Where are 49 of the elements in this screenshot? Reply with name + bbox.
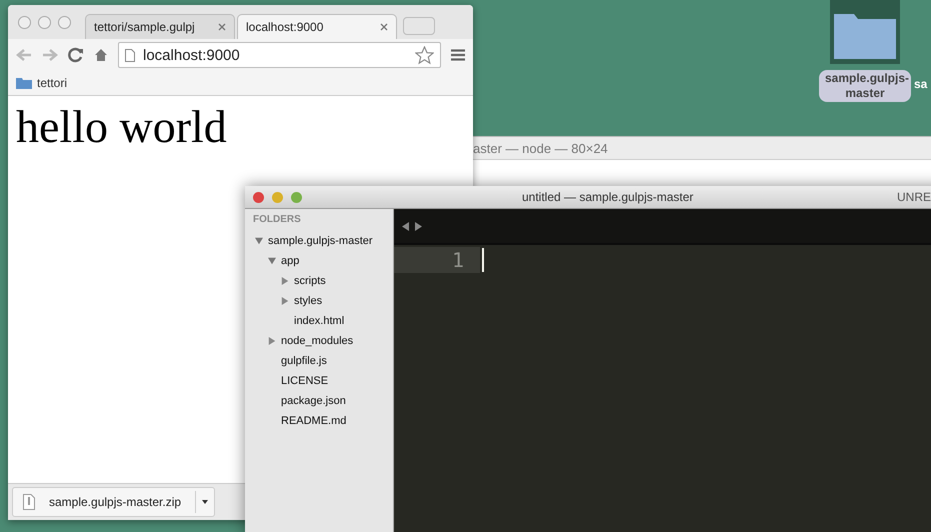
folder-item[interactable]: node_modules bbox=[281, 335, 354, 347]
collapsed-arrow-icon[interactable] bbox=[281, 277, 289, 285]
close-icon[interactable] bbox=[253, 192, 264, 202]
bookmark-star-icon[interactable] bbox=[415, 46, 434, 64]
close-icon[interactable] bbox=[380, 23, 388, 31]
caret-icon[interactable] bbox=[202, 500, 208, 504]
expanded-arrow-icon[interactable] bbox=[255, 237, 263, 245]
text-cursor bbox=[482, 248, 484, 272]
expanded-arrow-icon[interactable] bbox=[268, 257, 276, 265]
window-title: aster — node — 80×24 bbox=[473, 140, 608, 156]
window-control-icon[interactable] bbox=[58, 16, 71, 28]
folder-item[interactable]: app bbox=[281, 255, 300, 267]
forward-icon[interactable] bbox=[42, 48, 58, 62]
window-title: untitled — sample.gulpjs-master bbox=[522, 190, 694, 204]
folder-item[interactable]: scripts bbox=[294, 275, 326, 287]
folder-icon bbox=[16, 77, 32, 89]
folder-icon[interactable] bbox=[830, 0, 900, 64]
file-item[interactable]: README.md bbox=[281, 415, 346, 427]
desktop-icon-label[interactable]: sa bbox=[914, 77, 928, 91]
sidebar-heading: FOLDERS bbox=[252, 214, 302, 227]
file-item[interactable]: gulpfile.js bbox=[281, 355, 327, 367]
reload-icon[interactable] bbox=[68, 47, 84, 63]
line-number: 1 bbox=[394, 247, 480, 273]
folder-item[interactable]: styles bbox=[294, 295, 322, 307]
previous-icon[interactable] bbox=[402, 222, 409, 230]
license-label: UNRE bbox=[897, 190, 931, 204]
next-icon[interactable] bbox=[415, 222, 422, 230]
download-item[interactable]: sample.gulpjs-master.zip bbox=[12, 487, 216, 517]
folder-item[interactable]: sample.gulpjs-master bbox=[268, 235, 373, 247]
home-icon[interactable] bbox=[94, 48, 108, 62]
collapsed-arrow-icon[interactable] bbox=[281, 297, 289, 305]
window-control-icon[interactable] bbox=[18, 16, 31, 28]
window-control-icon[interactable] bbox=[38, 16, 51, 28]
collapsed-arrow-icon[interactable] bbox=[268, 337, 276, 345]
bookmark-link[interactable]: tettori bbox=[37, 76, 68, 90]
desktop-icon-label[interactable]: sample.gulpjs-master bbox=[819, 70, 911, 102]
browser-tab[interactable]: localhost:9000 bbox=[237, 14, 397, 39]
file-item[interactable]: LICENSE bbox=[281, 375, 328, 387]
close-icon[interactable] bbox=[218, 23, 226, 31]
page-icon bbox=[125, 48, 135, 62]
browser-tab[interactable]: tettori/sample.gulpj bbox=[85, 14, 235, 39]
menu-icon[interactable] bbox=[451, 49, 465, 61]
back-icon[interactable] bbox=[16, 48, 32, 62]
zip-file-icon bbox=[23, 494, 35, 510]
page-heading: hello world bbox=[16, 100, 228, 153]
file-item[interactable]: index.html bbox=[294, 315, 344, 327]
address-field[interactable]: localhost:9000 bbox=[118, 42, 441, 68]
file-item[interactable]: package.json bbox=[281, 395, 346, 407]
zoom-icon[interactable] bbox=[291, 192, 302, 202]
